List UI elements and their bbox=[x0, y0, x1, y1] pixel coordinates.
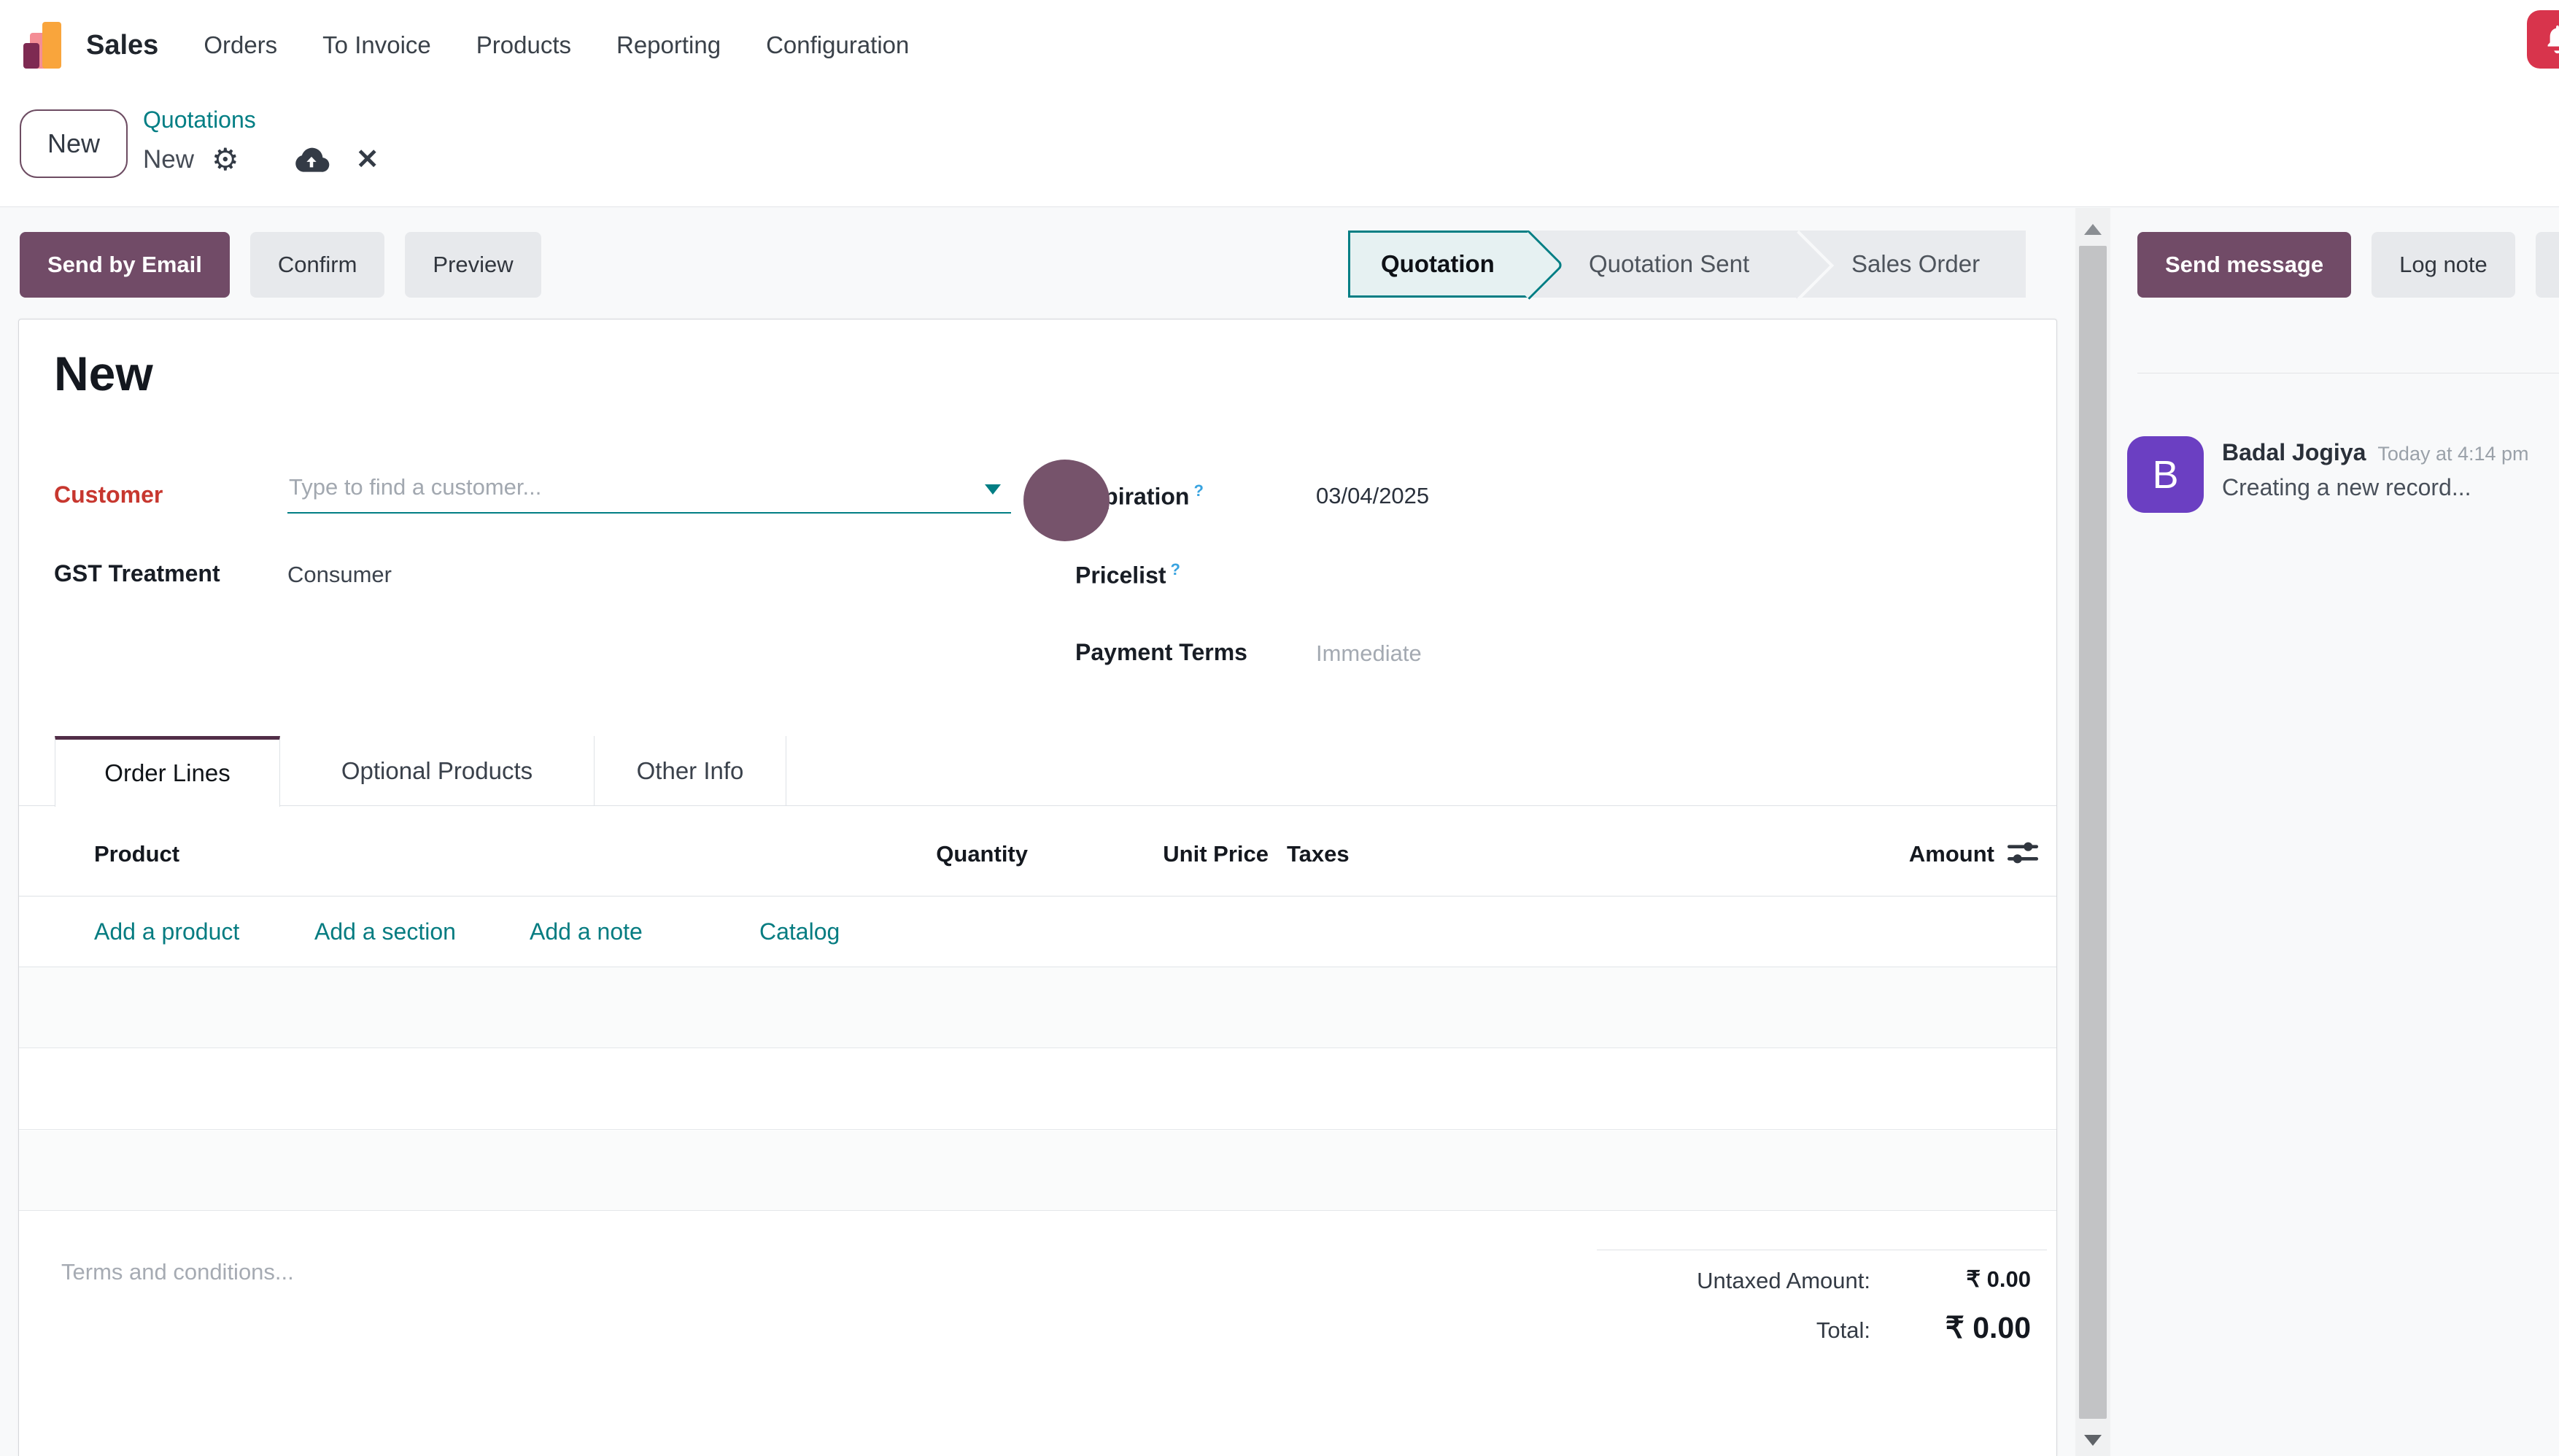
message-body: Creating a new record... bbox=[2222, 474, 2471, 501]
nav-item-orders[interactable]: Orders bbox=[204, 31, 277, 59]
status-step-quotation-sent[interactable]: Quotation Sent bbox=[1529, 231, 1800, 298]
nav-item-configuration[interactable]: Configuration bbox=[766, 31, 909, 59]
add-a-section-link[interactable]: Add a section bbox=[314, 918, 456, 945]
add-a-product-link[interactable]: Add a product bbox=[94, 918, 239, 945]
nav-item-reporting[interactable]: Reporting bbox=[616, 31, 721, 59]
column-amount: Amount bbox=[1768, 841, 1994, 867]
order-line-empty-row bbox=[19, 967, 2056, 1048]
message-header: Badal Jogiya Today at 4:14 pm bbox=[2222, 439, 2529, 466]
gear-icon[interactable]: ⚙ bbox=[212, 144, 239, 175]
discard-changes-icon[interactable]: ✕ bbox=[356, 146, 379, 174]
sales-app-logo-icon[interactable] bbox=[22, 20, 67, 70]
catalog-link[interactable]: Catalog bbox=[759, 918, 840, 945]
tab-optional-products[interactable]: Optional Products bbox=[280, 736, 595, 806]
expiration-help-icon[interactable]: ? bbox=[1193, 481, 1203, 500]
status-step-sales-order[interactable]: Sales Order bbox=[1800, 231, 2026, 298]
pricelist-label: Pricelist? bbox=[1075, 560, 1180, 589]
payment-terms-value[interactable]: Immediate bbox=[1316, 640, 1422, 667]
customer-input[interactable] bbox=[287, 470, 1011, 514]
header: Sales Orders To Invoice Products Reporti… bbox=[0, 0, 2559, 207]
order-lines-header: Product Quantity Unit Price Taxes Amount bbox=[19, 805, 2056, 897]
customer-field bbox=[287, 470, 1011, 514]
record-title: New bbox=[54, 346, 153, 401]
order-lines-actions: Add a product Add a section Add a note C… bbox=[19, 897, 2056, 967]
vertical-scrollbar[interactable] bbox=[2075, 208, 2110, 1456]
scroll-up-icon[interactable] bbox=[2084, 224, 2102, 235]
chatter-more-button[interactable] bbox=[2536, 232, 2559, 298]
scroll-down-icon[interactable] bbox=[2084, 1435, 2102, 1446]
pricelist-help-icon[interactable]: ? bbox=[1171, 560, 1180, 578]
preview-button[interactable]: Preview bbox=[405, 232, 541, 298]
breadcrumb: New ⚙ ✕ bbox=[143, 140, 379, 179]
message-timestamp: Today at 4:14 pm bbox=[2377, 443, 2528, 465]
payment-terms-label: Payment Terms bbox=[1075, 639, 1247, 666]
top-navigation: Sales Orders To Invoice Products Reporti… bbox=[22, 15, 909, 76]
tab-order-lines[interactable]: Order Lines bbox=[55, 736, 280, 807]
log-note-button[interactable]: Log note bbox=[2372, 232, 2515, 298]
nav-item-products[interactable]: Products bbox=[476, 31, 571, 59]
order-line-empty-row bbox=[19, 1131, 2056, 1211]
notebook-tabs: Order Lines Optional Products Other Info bbox=[19, 736, 2056, 806]
total-value: ₹ 0.00 bbox=[1848, 1310, 2031, 1345]
tab-other-info[interactable]: Other Info bbox=[595, 736, 786, 806]
breadcrumb-current: New bbox=[143, 145, 194, 174]
add-a-note-link[interactable]: Add a note bbox=[530, 918, 643, 945]
customer-label: Customer bbox=[54, 481, 163, 508]
confirm-button[interactable]: Confirm bbox=[250, 232, 385, 298]
column-quantity: Quantity bbox=[809, 841, 1028, 867]
nav-item-to-invoice[interactable]: To Invoice bbox=[322, 31, 431, 59]
gst-treatment-label: GST Treatment bbox=[54, 560, 220, 587]
untaxed-amount-value: ₹ 0.00 bbox=[1870, 1266, 2031, 1293]
save-cloud-upload-icon[interactable] bbox=[293, 144, 330, 175]
total-label: Total: bbox=[1451, 1317, 1870, 1344]
untaxed-amount-label: Untaxed Amount: bbox=[1451, 1268, 1870, 1294]
cursor-highlight bbox=[1023, 460, 1110, 541]
gst-treatment-value[interactable]: Consumer bbox=[287, 562, 392, 588]
app-title[interactable]: Sales bbox=[86, 30, 158, 61]
status-bar: Quotation Quotation Sent Sales Order bbox=[1348, 231, 2026, 298]
avatar: B bbox=[2127, 436, 2204, 513]
message-author: Badal Jogiya bbox=[2222, 439, 2366, 466]
optional-columns-sliders-icon[interactable] bbox=[2005, 835, 2041, 875]
status-step-quotation[interactable]: Quotation bbox=[1348, 231, 1529, 298]
send-message-button[interactable]: Send message bbox=[2137, 232, 2351, 298]
order-line-empty-row bbox=[19, 1049, 2056, 1130]
chatter-toolbar: Send message Log note bbox=[2137, 232, 2559, 298]
form-toolbar: Send by Email Confirm Preview bbox=[20, 232, 541, 298]
send-by-email-button[interactable]: Send by Email bbox=[20, 232, 230, 298]
terms-and-conditions-input[interactable] bbox=[61, 1259, 718, 1285]
odoo-sales-window: Sales Orders To Invoice Products Reporti… bbox=[0, 0, 2559, 1456]
main-content: Send by Email Confirm Preview Quotation … bbox=[0, 207, 2559, 1456]
scrollbar-thumb[interactable] bbox=[2079, 246, 2107, 1419]
column-product: Product bbox=[94, 841, 179, 867]
notification-bell-button[interactable] bbox=[2527, 10, 2559, 69]
column-taxes: Taxes bbox=[1287, 841, 1350, 867]
chevron-down-icon[interactable] bbox=[985, 484, 1001, 495]
column-unit-price: Unit Price bbox=[1057, 841, 1269, 867]
bell-icon bbox=[2541, 23, 2559, 56]
expiration-value[interactable]: 03/04/2025 bbox=[1316, 483, 1429, 509]
breadcrumb-quotations-link[interactable]: Quotations bbox=[143, 107, 256, 133]
new-record-button[interactable]: New bbox=[20, 109, 128, 178]
